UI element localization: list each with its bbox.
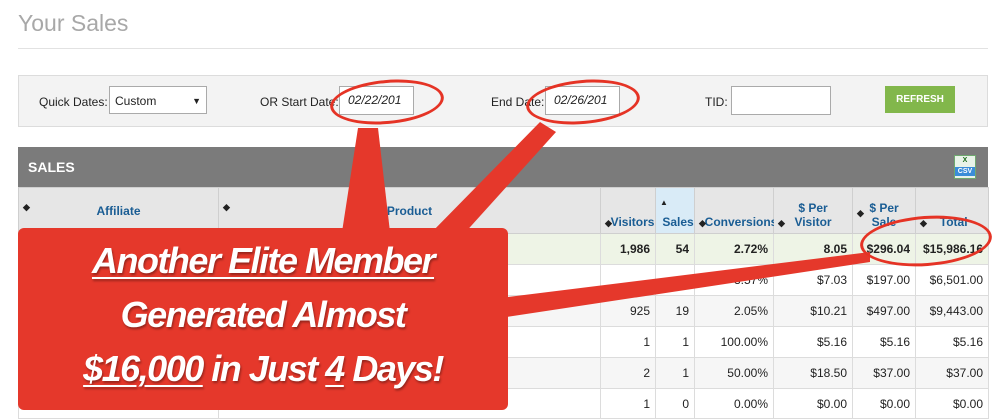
banner-line-3: $16,000 in Just 4 Days! bbox=[18, 348, 508, 390]
banner-line-2: Generated Almost bbox=[120, 294, 407, 335]
banner-mid-text: in Just bbox=[202, 348, 326, 389]
end-date-callout-arrow bbox=[428, 122, 556, 236]
promo-banner: Another Elite Member Generated Almost $1… bbox=[18, 228, 508, 410]
banner-line-1-text: Another Elite Member bbox=[91, 240, 436, 281]
start-date-callout-arrow bbox=[342, 128, 390, 232]
banner-end-text: Days! bbox=[343, 348, 444, 389]
banner-amount: $16,000 bbox=[83, 348, 204, 389]
banner-days-number: 4 bbox=[325, 348, 345, 389]
banner-line-1: Another Elite Member bbox=[18, 240, 508, 282]
total-callout-arrow bbox=[500, 252, 870, 318]
